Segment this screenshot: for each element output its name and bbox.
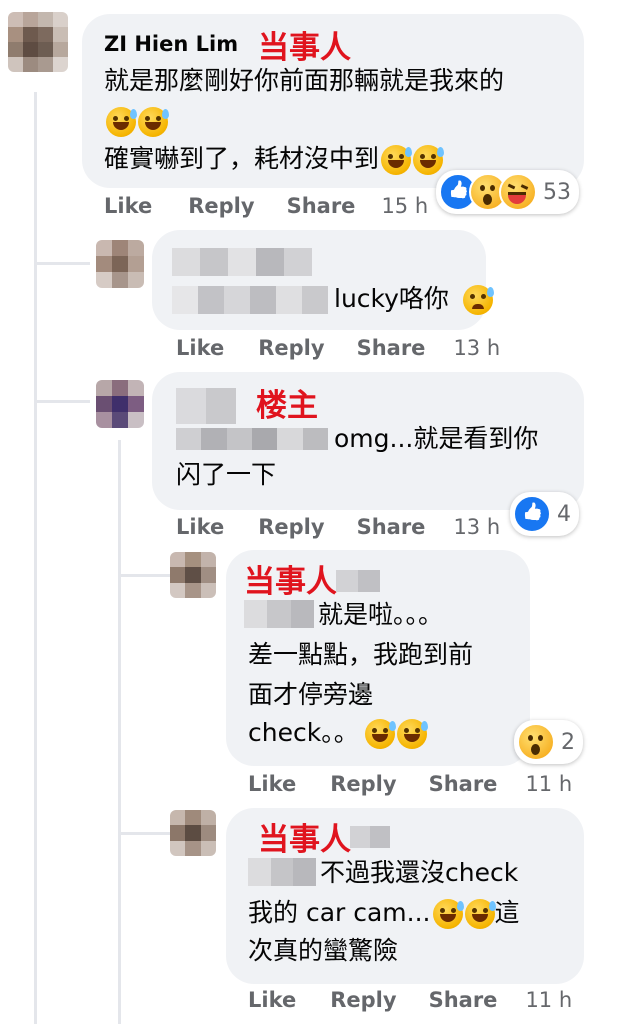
thread-line-main xyxy=(34,92,37,1024)
comment-author[interactable]: ZI Hien Lim xyxy=(104,32,238,56)
comment-text: lucky咯你 xyxy=(334,280,494,318)
thread-line-sub xyxy=(118,440,121,1024)
timestamp[interactable]: 13 h xyxy=(453,336,500,360)
timestamp[interactable]: 11 h xyxy=(525,988,572,1012)
comment-text: 差一點點，我跑到前 xyxy=(248,640,474,669)
blurred-author-name xyxy=(172,248,312,276)
avatar[interactable] xyxy=(96,380,144,428)
thread-line-curve-4 xyxy=(118,832,170,835)
grin-sweat-emoji-icon xyxy=(106,107,137,137)
reaction-summary[interactable]: 4 xyxy=(510,492,579,536)
reaction-count: 4 xyxy=(557,501,571,527)
blurred-mention xyxy=(248,858,317,886)
blurred-author-name xyxy=(176,388,236,424)
comment-actions: Like Reply Share 13 h xyxy=(176,336,500,360)
reply-button[interactable]: Reply xyxy=(258,515,324,539)
thread-line-curve-2 xyxy=(34,400,90,403)
reply-button[interactable]: Reply xyxy=(330,772,396,796)
comment-text: 就是那麼剛好你前面那輛就是我來的 xyxy=(104,66,505,95)
avatar[interactable] xyxy=(8,12,68,72)
reply-button[interactable]: Reply xyxy=(258,336,324,360)
comment-text: 闪了一下 xyxy=(176,460,277,489)
grin-sweat-emoji-icon xyxy=(396,719,428,749)
blurred-mention xyxy=(176,428,328,450)
like-button[interactable]: Like xyxy=(248,772,296,796)
comment-text: omg...就是看到你 xyxy=(334,424,539,453)
share-button[interactable]: Share xyxy=(357,336,426,360)
comment-text: 面才停旁邊 xyxy=(248,680,374,709)
blurred-mention xyxy=(172,286,328,314)
comment-text: check。。 xyxy=(248,714,428,752)
comment-actions: Like Reply Share 13 h xyxy=(176,515,500,539)
like-button[interactable]: Like xyxy=(176,336,224,360)
comment-actions: Like Reply Share 11 h xyxy=(248,988,572,1012)
comment-text: 我的 car cam... 這 xyxy=(248,898,520,929)
reaction-summary[interactable]: 53 xyxy=(436,170,579,214)
reaction-count: 2 xyxy=(561,729,575,755)
like-icon xyxy=(513,495,551,533)
role-tag: 当事人 xyxy=(258,822,351,858)
grin-sweat-emoji-icon xyxy=(364,719,396,749)
reaction-count: 53 xyxy=(543,179,571,205)
thread-line-curve-1 xyxy=(34,262,90,265)
comment-text: 確實嚇到了，耗材沒中到 xyxy=(104,140,445,178)
grin-sweat-emoji-icon xyxy=(464,899,496,929)
role-tag: 楼主 xyxy=(256,388,318,424)
comment-text: 就是啦。。。 xyxy=(318,600,444,629)
wow-icon xyxy=(517,723,555,761)
timestamp[interactable]: 15 h xyxy=(381,194,428,218)
thread-line-curve-3 xyxy=(118,574,170,577)
role-tag: 当事人 xyxy=(258,30,351,66)
role-tag: 当事人 xyxy=(244,564,337,600)
like-button[interactable]: Like xyxy=(104,194,152,218)
reply-button[interactable]: Reply xyxy=(188,194,254,218)
blurred-author-name xyxy=(350,826,390,848)
haha-icon xyxy=(499,173,537,211)
comment-text: 次真的蠻驚險 xyxy=(248,936,399,965)
avatar[interactable] xyxy=(170,552,216,598)
share-button[interactable]: Share xyxy=(287,194,356,218)
comment-actions: Like Reply Share 15 h xyxy=(104,194,428,218)
timestamp[interactable]: 11 h xyxy=(525,772,572,796)
share-button[interactable]: Share xyxy=(357,515,426,539)
share-button[interactable]: Share xyxy=(429,988,498,1012)
comment-actions: Like Reply Share 11 h xyxy=(248,772,572,796)
grin-sweat-emoji-icon xyxy=(381,145,413,175)
grin-sweat-emoji-icon xyxy=(413,145,445,175)
like-button[interactable]: Like xyxy=(176,515,224,539)
blurred-mention xyxy=(244,600,314,628)
grin-sweat-emoji-icon xyxy=(432,899,464,929)
reaction-summary[interactable]: 2 xyxy=(514,720,583,764)
share-button[interactable]: Share xyxy=(429,772,498,796)
avatar[interactable] xyxy=(170,810,216,856)
comment-text: 不過我還沒check xyxy=(320,858,519,887)
sad-sweat-emoji-icon xyxy=(462,285,494,315)
avatar[interactable] xyxy=(96,240,144,288)
grin-sweat-emoji-icon xyxy=(138,107,169,137)
timestamp[interactable]: 13 h xyxy=(453,515,500,539)
like-button[interactable]: Like xyxy=(248,988,296,1012)
comment-emoji-line xyxy=(104,102,169,140)
reply-button[interactable]: Reply xyxy=(330,988,396,1012)
blurred-author-name xyxy=(336,570,380,592)
